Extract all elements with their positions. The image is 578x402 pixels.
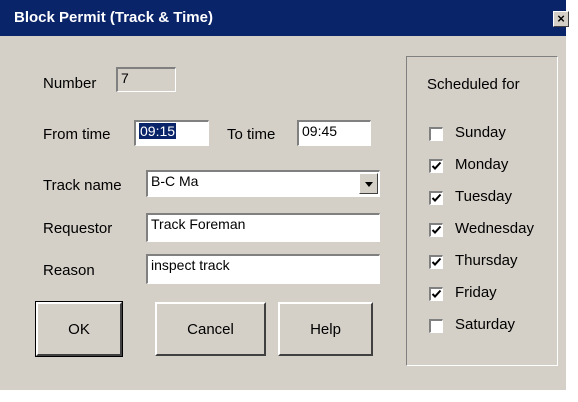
help-button[interactable]: Help xyxy=(278,302,373,356)
reason-input[interactable]: inspect track xyxy=(146,254,380,284)
from-time-input[interactable]: 09:15 xyxy=(134,120,209,146)
title-bar: Block Permit (Track & Time) xyxy=(0,0,566,36)
dialog-title: Block Permit (Track & Time) xyxy=(14,9,213,26)
reason-label: Reason xyxy=(43,262,95,279)
checkbox-box[interactable] xyxy=(429,191,443,205)
track-name-value: B-C Ma xyxy=(151,173,199,189)
checkbox-box[interactable] xyxy=(429,319,443,333)
number-value: 7 xyxy=(121,70,129,86)
to-time-input[interactable]: 09:45 xyxy=(297,120,371,146)
close-button[interactable]: × xyxy=(553,11,569,27)
day-label: Tuesday xyxy=(455,188,512,205)
ok-button[interactable]: OK xyxy=(35,301,123,357)
checkbox-box[interactable] xyxy=(429,159,443,173)
checkmark-icon xyxy=(431,289,442,298)
day-label: Sunday xyxy=(455,124,506,141)
day-label: Saturday xyxy=(455,316,516,333)
cancel-button-label: Cancel xyxy=(187,320,234,338)
checkmark-icon xyxy=(431,193,442,202)
requestor-input[interactable]: Track Foreman xyxy=(146,213,380,242)
day-label: Wednesday xyxy=(455,220,534,237)
ok-button-label: OK xyxy=(68,320,90,338)
checkbox-box[interactable] xyxy=(429,287,443,301)
reason-value: inspect track xyxy=(151,257,230,273)
block-permit-dialog: Block Permit (Track & Time) × Number 7 F… xyxy=(0,0,569,390)
to-time-value: 09:45 xyxy=(302,123,338,139)
checkbox-box[interactable] xyxy=(429,127,443,141)
to-time-label: To time xyxy=(227,126,276,143)
checkbox-box[interactable] xyxy=(429,255,443,269)
from-time-value: 09:15 xyxy=(139,123,177,139)
day-label: Thursday xyxy=(455,252,518,269)
track-name-dropdown[interactable]: B-C Ma xyxy=(146,170,380,197)
checkmark-icon xyxy=(431,257,442,266)
checkmark-icon xyxy=(431,225,442,234)
number-label: Number xyxy=(43,75,97,92)
number-field: 7 xyxy=(116,67,176,92)
track-name-label: Track name xyxy=(43,177,122,194)
chevron-down-icon[interactable] xyxy=(359,173,378,194)
requestor-label: Requestor xyxy=(43,220,113,237)
requestor-value: Track Foreman xyxy=(151,216,246,232)
cancel-button[interactable]: Cancel xyxy=(155,302,266,356)
close-icon: × xyxy=(557,11,565,26)
day-label: Friday xyxy=(455,284,497,301)
scheduled-for-panel: Scheduled for Sunday Monday Tuesday Wednesd… xyxy=(406,56,558,366)
checkbox-box[interactable] xyxy=(429,223,443,237)
help-button-label: Help xyxy=(310,320,341,338)
from-time-label: From time xyxy=(43,126,111,143)
scheduled-for-title: Scheduled for xyxy=(427,76,520,93)
checkmark-icon xyxy=(431,161,442,170)
day-label: Monday xyxy=(455,156,509,173)
